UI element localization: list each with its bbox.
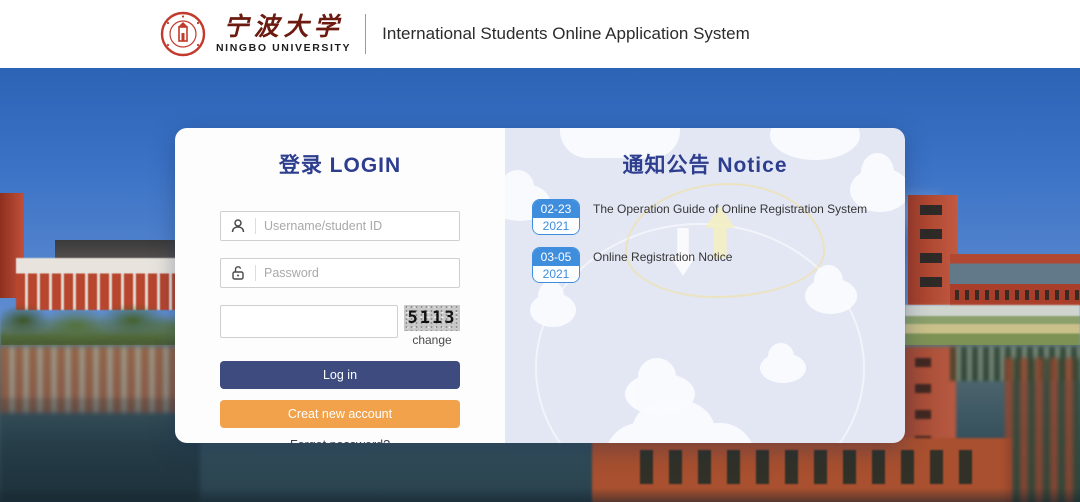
cloud-decoration [530, 293, 576, 327]
notice-year: 2021 [533, 266, 579, 282]
user-icon [221, 218, 255, 234]
notice-panel: 通知公告 Notice 02-23 2021 The Operation Gui… [505, 128, 905, 443]
page-header: 宁波大学 NINGBO UNIVERSITY International Stu… [0, 0, 1080, 68]
right-tower-windows [920, 205, 942, 301]
notice-item[interactable]: 03-05 2021 Online Registration Notice [532, 247, 905, 283]
username-input[interactable] [256, 213, 459, 239]
cloud-decoration [805, 278, 857, 314]
notice-title: 通知公告 Notice [505, 149, 905, 179]
captcha-change-link[interactable]: change [412, 333, 451, 347]
notice-item-title[interactable]: Online Registration Notice [593, 247, 732, 283]
notice-item[interactable]: 02-23 2021 The Operation Guide of Online… [532, 199, 905, 235]
right-building-windows [955, 290, 1080, 300]
login-title: 登录 LOGIN [175, 149, 505, 179]
university-name-english: NINGBO UNIVERSITY [216, 42, 351, 54]
system-title: International Students Online Applicatio… [382, 24, 750, 44]
password-field[interactable] [220, 258, 460, 288]
notice-list: 02-23 2021 The Operation Guide of Online… [505, 199, 905, 283]
header-divider [365, 14, 366, 54]
login-panel: 登录 LOGIN [175, 128, 505, 443]
university-name-chinese: 宁波大学 [224, 14, 344, 39]
water-shadow [0, 488, 1080, 502]
login-button[interactable]: Log in [220, 361, 460, 389]
notice-date: 02-23 [533, 200, 579, 218]
notice-item-title[interactable]: The Operation Guide of Online Registrati… [593, 199, 867, 235]
notice-year: 2021 [533, 218, 579, 234]
cloud-decoration [760, 353, 806, 383]
captcha-image[interactable]: 5113 [404, 305, 460, 331]
bottom-reflection-windows [640, 450, 980, 484]
notice-date: 03-05 [533, 248, 579, 266]
notice-date-badge: 02-23 2021 [532, 199, 580, 235]
forgot-password-link[interactable]: Forgot password? [175, 438, 505, 443]
create-account-button[interactable]: Creat new account [220, 400, 460, 428]
login-card: 登录 LOGIN [175, 128, 905, 443]
right-promenade [905, 305, 1080, 347]
bottom-right-reflection [1005, 358, 1080, 502]
cloud-decoration [605, 423, 755, 443]
lock-icon [221, 265, 255, 281]
login-page: 宁波大学 NINGBO UNIVERSITY International Stu… [0, 0, 1080, 502]
left-dark-water [0, 398, 200, 502]
notice-date-badge: 03-05 2021 [532, 247, 580, 283]
captcha-side: 5113 change [404, 305, 460, 347]
captcha-input[interactable] [220, 305, 398, 338]
left-trees [0, 296, 190, 350]
captcha-row: 5113 change [220, 305, 460, 347]
password-input[interactable] [256, 260, 459, 286]
university-name-block: 宁波大学 NINGBO UNIVERSITY [216, 14, 351, 54]
university-seal-logo [160, 11, 206, 57]
username-field[interactable] [220, 211, 460, 241]
